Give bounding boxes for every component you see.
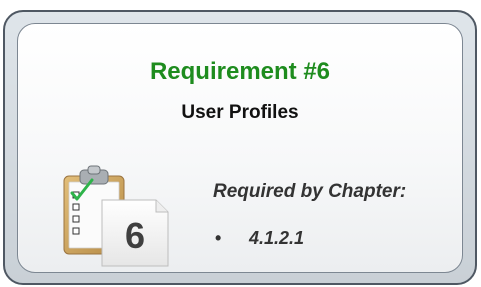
requirement-subtitle: User Profiles bbox=[181, 102, 299, 123]
requirement-number-badge: 6 bbox=[125, 215, 145, 256]
chapter-number: 4.1.2.1 bbox=[249, 228, 305, 248]
clipboard-checklist-graphic: 6 bbox=[63, 165, 169, 267]
requirement-title: Requirement #6 bbox=[149, 58, 331, 85]
clipboard-checklist-icon: 6 bbox=[58, 164, 178, 269]
bullet-icon: • bbox=[215, 228, 222, 248]
required-by-label: Required by Chapter: bbox=[213, 181, 407, 202]
requirement-card: Requirement #6 User Profiles 6 Required … bbox=[17, 23, 463, 273]
requirement-card-frame: Requirement #6 User Profiles 6 Required … bbox=[3, 10, 477, 285]
chapter-list-item: • 4.1.2.1 bbox=[215, 228, 304, 249]
